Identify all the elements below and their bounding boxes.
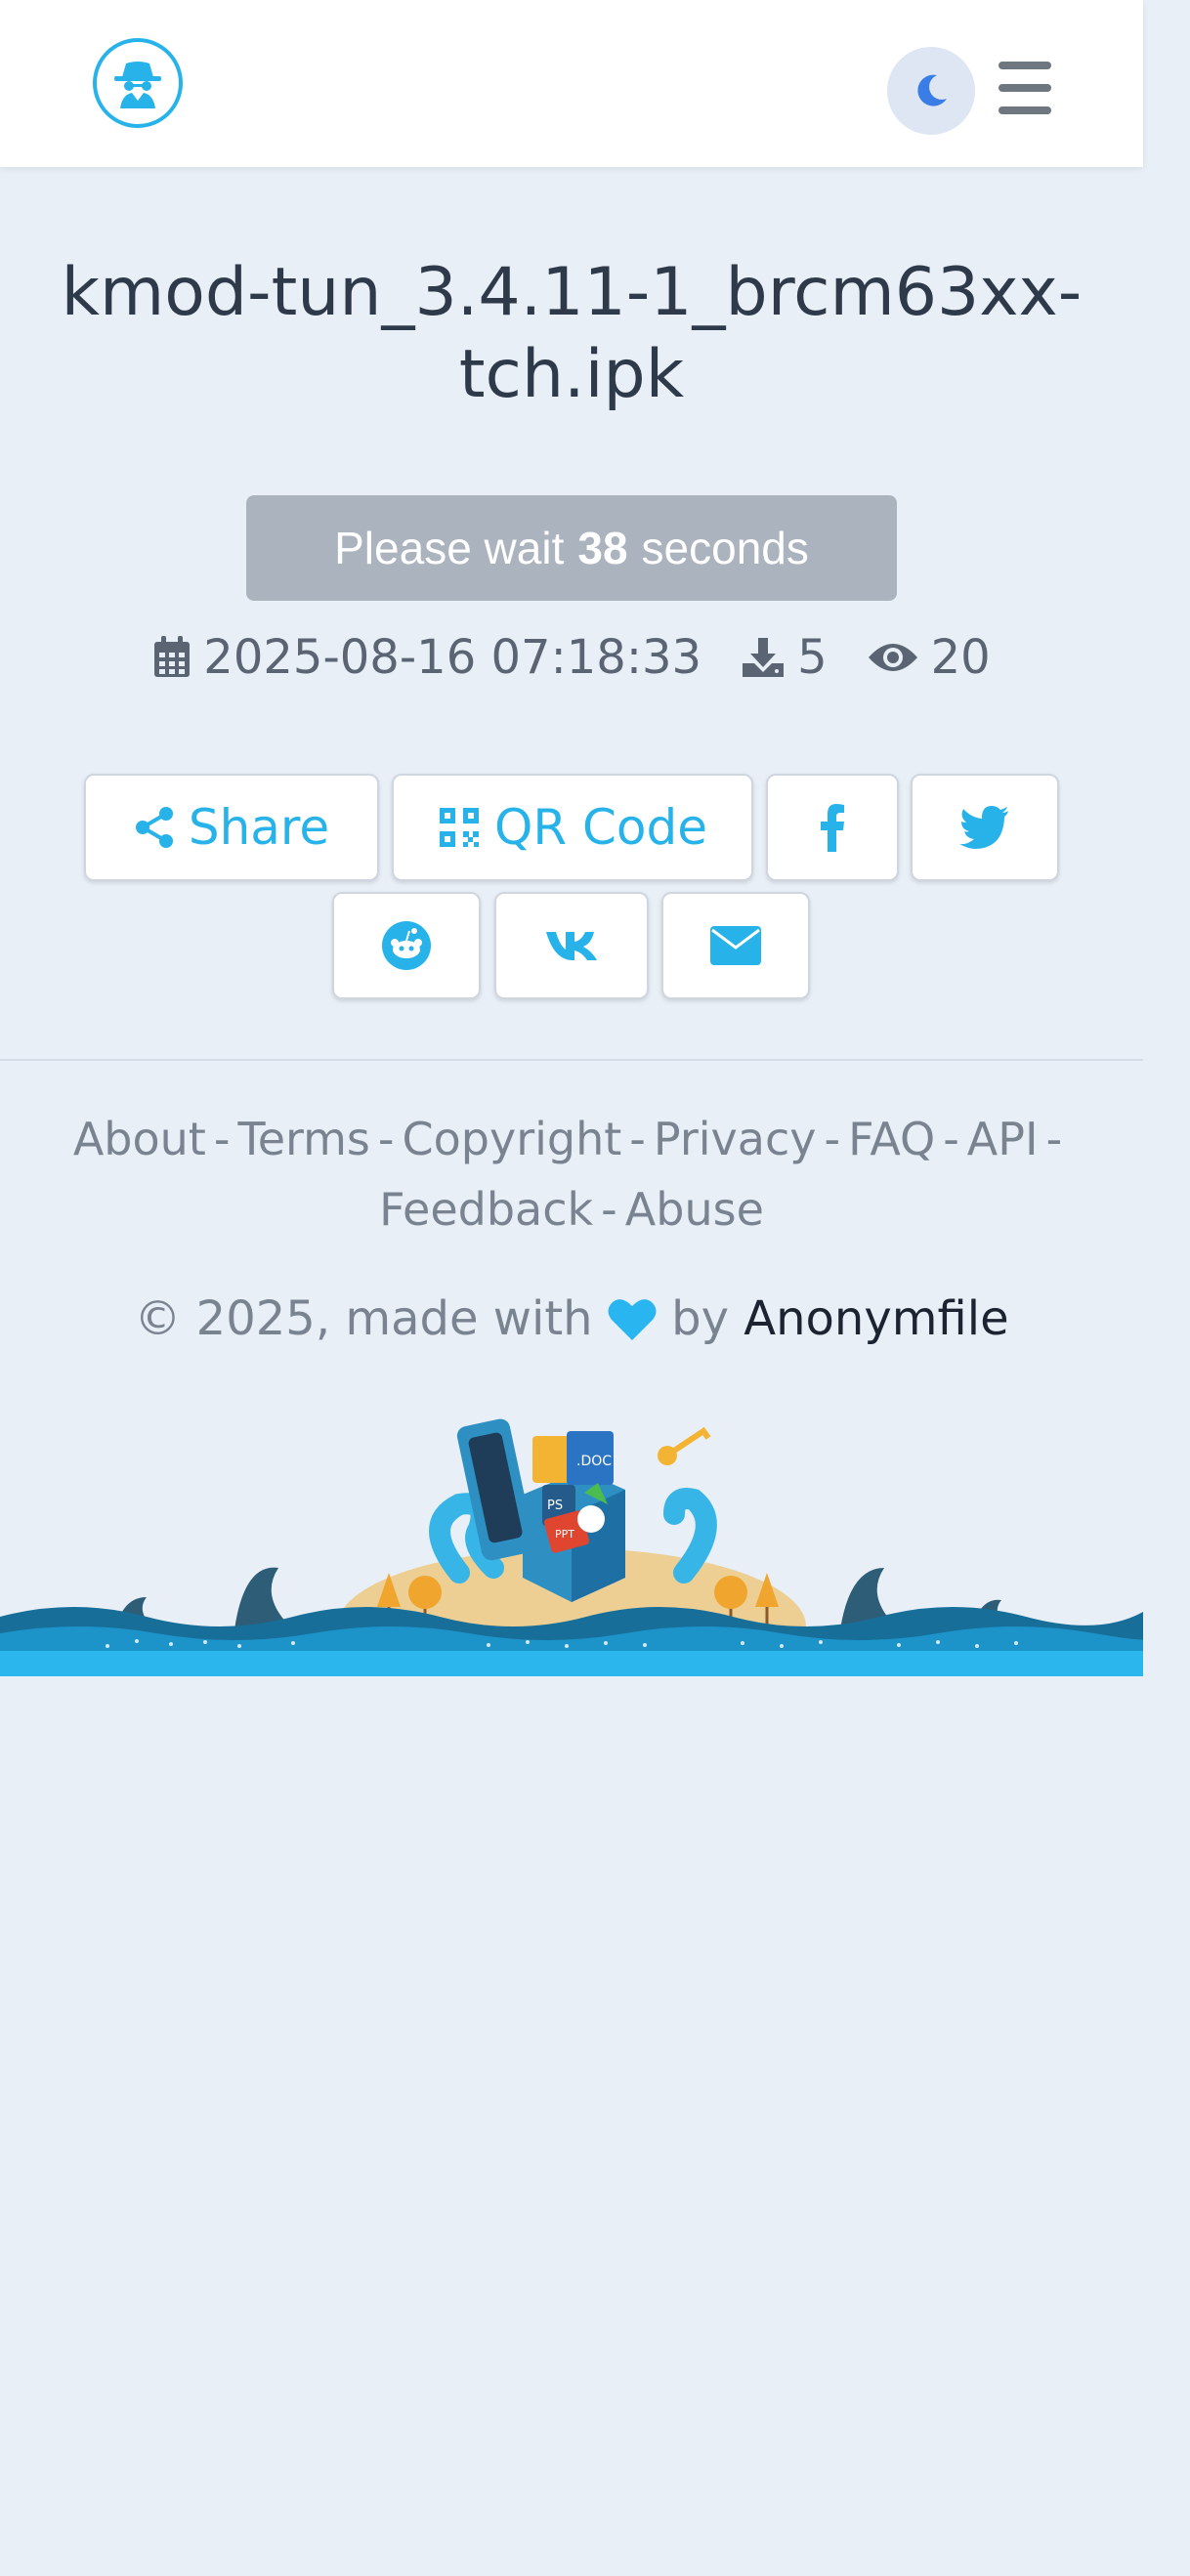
island-illustration: .DOC PS PPT xyxy=(0,1418,1143,1676)
view-count-value: 20 xyxy=(930,630,991,685)
wait-suffix: seconds xyxy=(641,523,809,573)
facebook-icon xyxy=(821,804,844,852)
share-button-label: Share xyxy=(188,799,330,856)
footer-link-terms[interactable]: Terms xyxy=(237,1113,369,1165)
reddit-share-button[interactable] xyxy=(332,892,481,999)
email-icon xyxy=(710,926,761,965)
file-title-line1: kmod-tun_3.4.11-1_brcm63xx- xyxy=(61,254,1083,331)
svg-text:PPT: PPT xyxy=(555,1528,574,1541)
wait-seconds: 38 xyxy=(577,523,628,573)
hamburger-menu-button[interactable] xyxy=(995,59,1055,117)
view-count: 20 xyxy=(867,630,991,685)
copyright-prefix: © 2025, made with xyxy=(134,1291,593,1346)
qr-code-button-label: QR Code xyxy=(494,799,707,856)
moon-icon xyxy=(917,74,947,106)
footer-separator: - xyxy=(943,1113,959,1165)
site-logo[interactable] xyxy=(93,38,183,128)
copyright-line: © 2025, made with by Anonymfile xyxy=(0,1291,1143,1346)
calendar-icon xyxy=(154,636,191,677)
qr-code-button[interactable]: QR Code xyxy=(392,774,753,881)
incognito-spy-icon xyxy=(114,62,161,108)
footer-separator: - xyxy=(601,1183,617,1236)
footer-separator: - xyxy=(1045,1113,1063,1165)
menu-bar-line xyxy=(999,106,1051,114)
vk-share-button[interactable] xyxy=(494,892,649,999)
footer-separator: - xyxy=(824,1113,841,1165)
eye-icon xyxy=(868,644,917,671)
wait-prefix: Please wait xyxy=(334,523,565,573)
menu-bar-line xyxy=(999,62,1051,69)
svg-text:PS: PS xyxy=(547,1499,563,1513)
email-share-button[interactable] xyxy=(661,892,810,999)
file-title-line2: tch.ipk xyxy=(458,336,685,413)
download-wait-button[interactable]: Please wait 38 seconds xyxy=(246,495,897,601)
download-count-value: 5 xyxy=(797,630,828,685)
facebook-share-button[interactable] xyxy=(766,774,899,881)
theme-toggle-button[interactable] xyxy=(887,47,975,135)
footer-links: About - Terms - Copyright - Privacy - FAQ - API - Fe… xyxy=(0,1104,1143,1245)
top-navbar xyxy=(0,0,1143,167)
download-count: 5 xyxy=(741,630,828,685)
download-icon xyxy=(743,638,785,677)
footer-link-faq[interactable]: FAQ xyxy=(848,1113,935,1165)
menu-bar-line xyxy=(999,84,1051,92)
footer-link-api[interactable]: API xyxy=(967,1113,1039,1165)
footer-link-abuse[interactable]: Abuse xyxy=(625,1183,764,1236)
svg-text:.DOC: .DOC xyxy=(576,1454,612,1469)
heart-icon xyxy=(608,1299,657,1340)
footer-link-feedback[interactable]: Feedback xyxy=(379,1183,593,1236)
file-title: kmod-tun_3.4.11-1_brcm63xx- tch.ipk xyxy=(20,252,1124,416)
share-icon xyxy=(135,807,173,848)
twitter-share-button[interactable] xyxy=(911,774,1059,881)
footer-separator: - xyxy=(213,1113,231,1165)
brand-link[interactable]: Anonymfile xyxy=(744,1291,1008,1346)
twitter-icon xyxy=(959,806,1008,849)
footer-link-copyright[interactable]: Copyright xyxy=(403,1113,622,1165)
footer-separator: - xyxy=(629,1113,646,1165)
footer-link-about[interactable]: About xyxy=(73,1113,206,1165)
upload-date: 2025-08-16 07:18:33 xyxy=(152,630,701,685)
upload-date-value: 2025-08-16 07:18:33 xyxy=(203,630,702,685)
file-meta-row: 2025-08-16 07:18:33 5 20 xyxy=(0,623,1143,692)
section-divider xyxy=(0,1059,1143,1061)
copyright-by: by xyxy=(671,1291,730,1346)
vk-icon xyxy=(546,932,597,960)
footer-link-privacy[interactable]: Privacy xyxy=(654,1113,817,1165)
footer-separator: - xyxy=(377,1113,395,1165)
share-button[interactable]: Share xyxy=(84,774,379,881)
page: kmod-tun_3.4.11-1_brcm63xx- tch.ipk Plea… xyxy=(0,0,1190,2576)
qrcode-icon xyxy=(440,808,479,847)
reddit-icon xyxy=(382,921,431,970)
